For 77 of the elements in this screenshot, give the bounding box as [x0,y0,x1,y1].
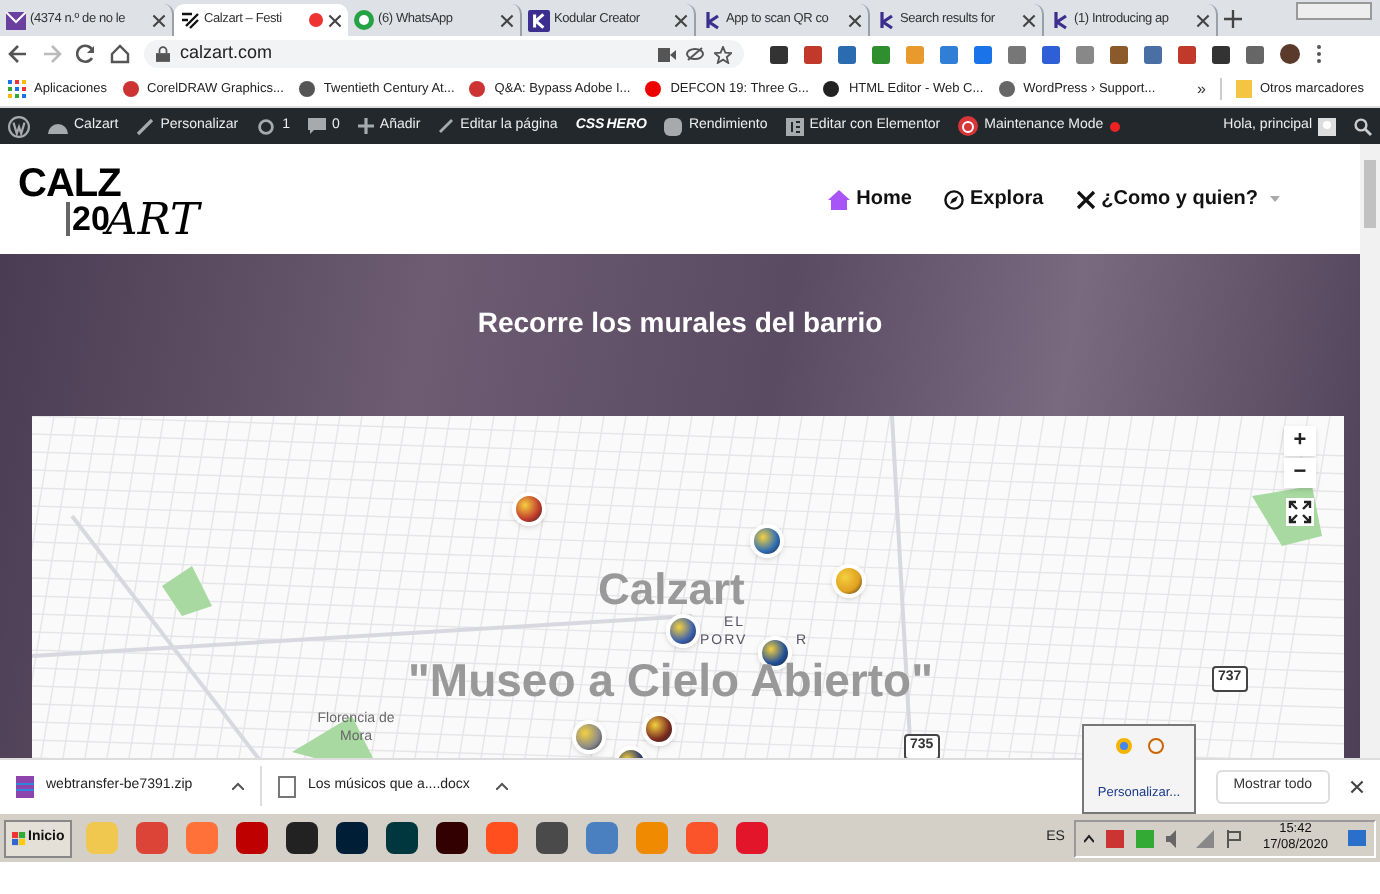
compass-icon [943,189,964,209]
bookmark-favicon-icon [297,80,316,98]
close-icon[interactable] [1022,13,1036,27]
elementor-icon [785,117,804,135]
brush-icon [136,117,155,135]
k-icon [876,10,896,30]
windows-logo-icon [12,831,26,845]
app-icon[interactable] [1147,738,1163,754]
close-icon[interactable] [328,13,342,27]
bookmark-favicon-icon [644,80,663,98]
close-icon[interactable] [1350,779,1364,793]
bookmark-favicon-icon [121,80,139,98]
mural-marker[interactable] [642,712,676,746]
new-tab-icon[interactable] [1224,10,1242,28]
pencil-icon [438,118,455,134]
dashboard-icon [48,118,68,134]
close-icon[interactable] [674,13,688,27]
chevron-icon[interactable] [1084,833,1095,843]
avatar-icon[interactable] [1280,44,1300,64]
tools-icon [1075,189,1096,209]
map-title: Calzart [598,568,745,612]
more-bookmarks[interactable]: » [1197,77,1206,101]
nav-link[interactable]: Explora [943,184,1044,214]
document-icon [278,775,296,797]
status-dot-icon [1109,121,1120,131]
menu-icon[interactable] [1316,44,1322,64]
bookmark-favicon-icon [997,80,1016,98]
avatar-icon [1318,117,1336,135]
eye-slash-icon[interactable] [686,46,704,62]
flag-icon[interactable] [1226,829,1243,847]
wordpress-logo-icon[interactable] [8,115,30,137]
k-icon [702,10,722,30]
map-subtitle: "Museo a Cielo Abierto" [408,658,933,704]
zoom-in-button[interactable]: + [1284,426,1316,456]
reload-icon[interactable] [76,44,96,64]
zoom-out-button[interactable]: − [1284,458,1316,488]
lock-icon [156,46,170,62]
hero-title: Recorre los murales del barrio [477,304,883,342]
scrollbar[interactable] [1360,144,1380,758]
fullscreen-icon[interactable] [1286,498,1314,526]
camera-icon[interactable] [658,47,676,61]
archive-icon [16,775,34,797]
nav-link[interactable]: Home [828,184,912,214]
caret-icon[interactable] [232,782,244,790]
k-icon [528,9,550,31]
colorful-app-icon[interactable] [1115,738,1131,754]
recording-icon [308,12,324,28]
bookmark-favicon-icon [822,80,841,98]
bookmark-favicon-icon [468,80,487,98]
close-icon[interactable] [1196,13,1210,27]
power-icon [958,116,979,136]
close-icon[interactable] [152,13,166,27]
search-icon[interactable] [1354,117,1372,135]
refresh-icon [256,117,277,135]
caret-icon [1270,196,1280,202]
mural-marker[interactable] [750,524,784,558]
star-icon[interactable] [714,45,732,63]
logo-icon [180,10,200,30]
bookmark-favicon-icon [8,80,26,98]
close-icon[interactable] [848,13,862,27]
nav-link[interactable]: ¿Como y quien? [1075,184,1280,214]
address-bar[interactable]: calzart.com [144,40,744,68]
envelope-icon [6,11,26,29]
caret-icon[interactable] [496,782,508,790]
mural-marker[interactable] [512,492,546,526]
k-icon [1050,10,1070,30]
plus-icon [357,118,374,134]
house-icon [828,189,851,209]
mural-marker[interactable] [666,614,700,648]
site-logo[interactable]: CALZ 20ART [18,163,200,235]
mural-marker[interactable] [572,720,606,754]
home-icon[interactable] [110,44,130,64]
chat-icon [354,10,374,30]
back-icon[interactable] [8,44,28,64]
mural-marker[interactable] [832,564,866,598]
close-icon[interactable] [500,13,514,27]
comment-icon [308,118,327,134]
